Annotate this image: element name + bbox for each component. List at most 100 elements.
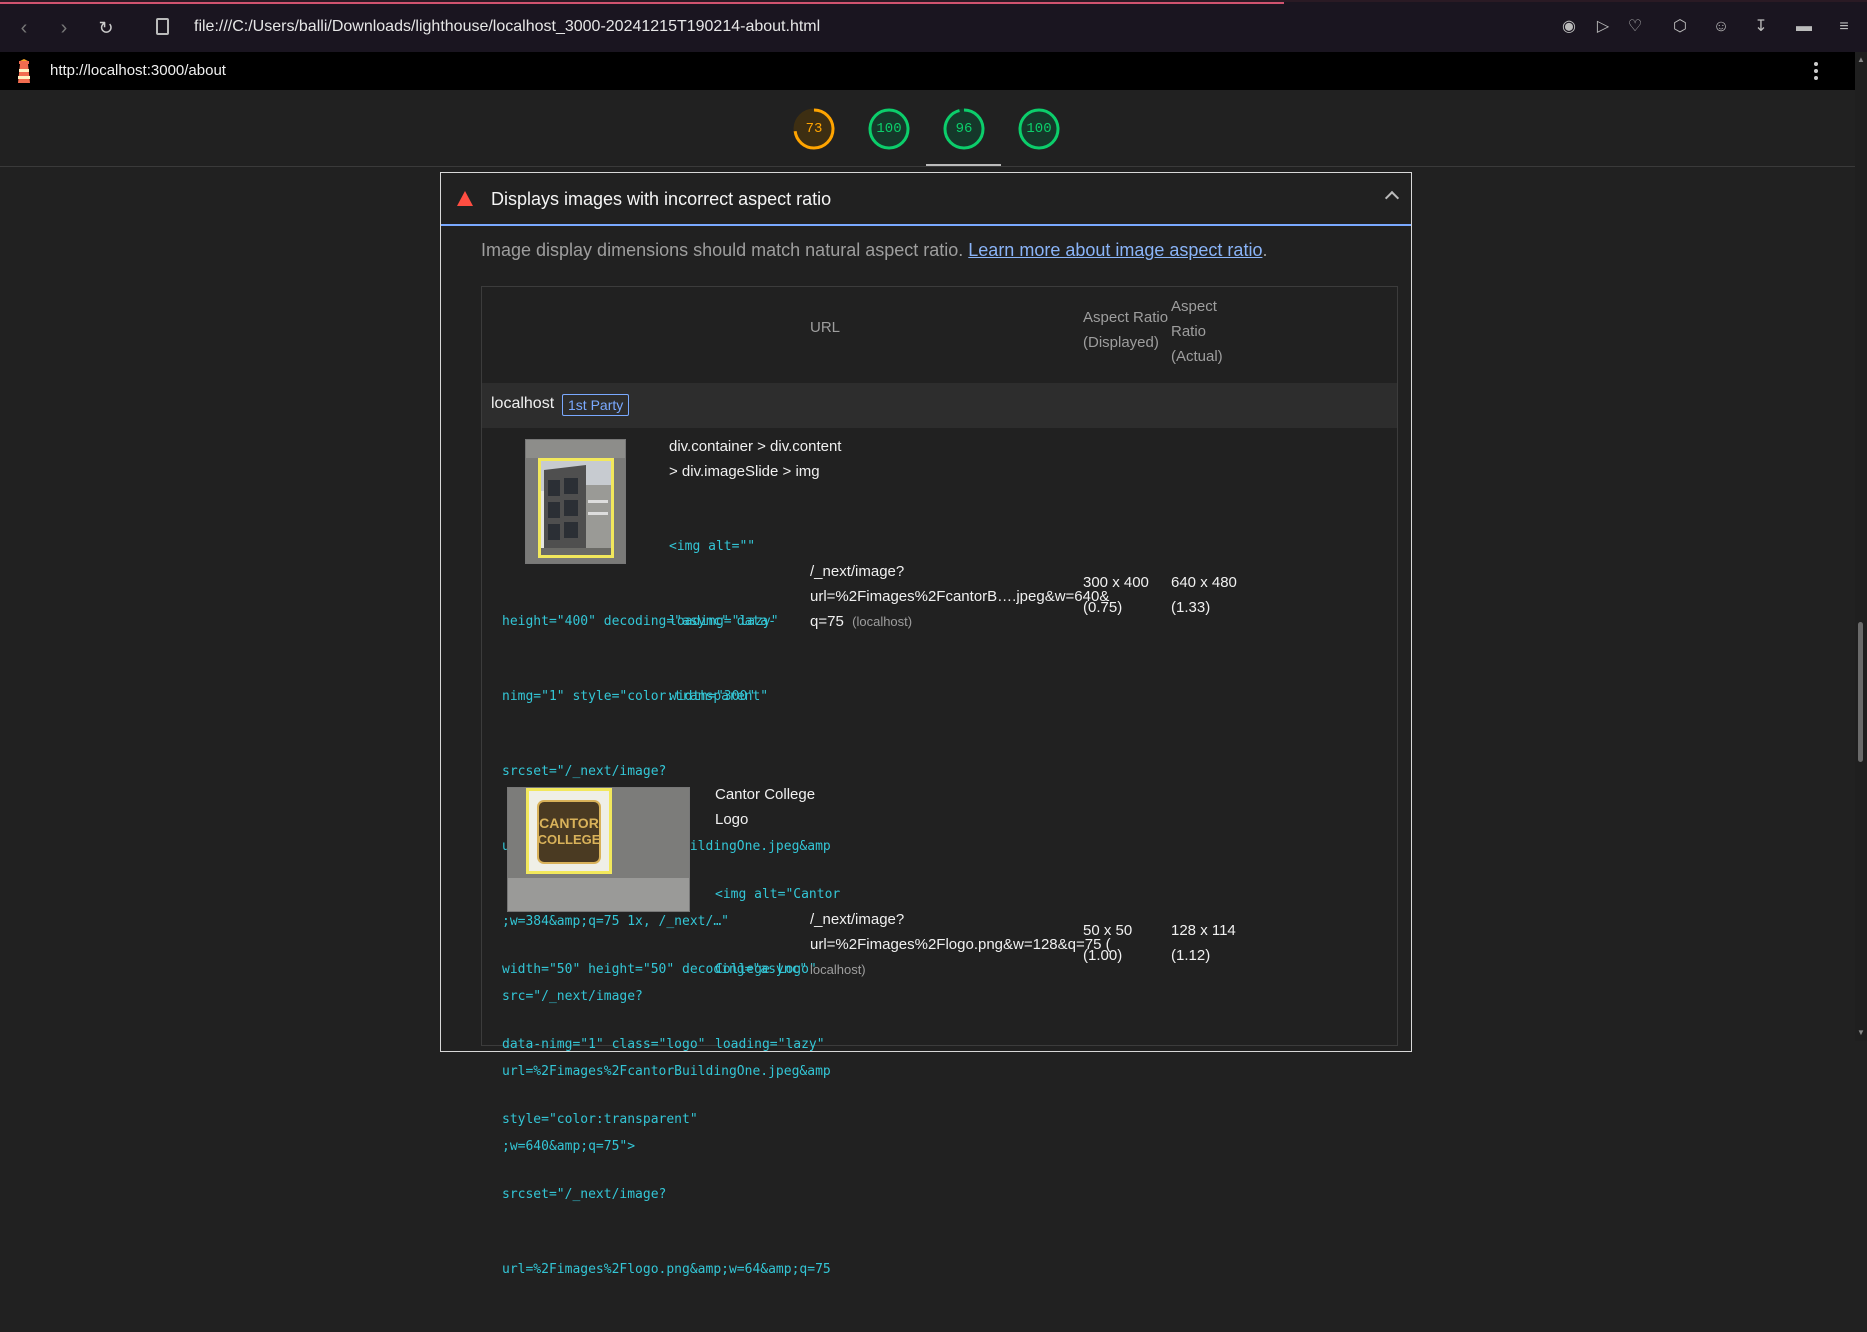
reload-icon[interactable]: ↻ xyxy=(94,16,118,40)
cube-icon[interactable]: ⬡ xyxy=(1669,16,1691,38)
aspect-actual-ratio: (1.12) xyxy=(1171,947,1211,964)
url-line: /_next/image? xyxy=(810,911,905,928)
forward-icon[interactable]: › xyxy=(52,16,76,40)
score-gauge[interactable]: 100 xyxy=(1018,108,1060,150)
page-scrollbar[interactable]: ▲ ▼ xyxy=(1855,52,1867,1041)
audit-description-end: . xyxy=(1262,240,1268,260)
url-line: url=%2Fimages%2FcantorB….jpeg&w=640& xyxy=(810,588,1110,605)
scroll-down-icon[interactable]: ▼ xyxy=(1857,1029,1865,1037)
aspect-displayed-size: 50 x 50 xyxy=(1083,922,1133,939)
image-thumbnail xyxy=(525,439,626,564)
url-origin: (localhost) xyxy=(852,614,913,629)
url-line: /_next/image? xyxy=(810,563,905,580)
page-load-progress xyxy=(0,2,1284,4)
active-category-indicator xyxy=(926,164,1001,166)
video-icon[interactable]: ▬ xyxy=(1793,16,1815,38)
aspect-actual-size: 640 x 480 xyxy=(1171,574,1237,591)
column-header-actual-line: Aspect xyxy=(1171,298,1217,315)
node-selector-line: > div.imageSlide > img xyxy=(669,463,820,480)
aspect-actual-ratio: (1.33) xyxy=(1171,599,1211,616)
learn-more-link[interactable]: Learn more about image aspect ratio xyxy=(968,240,1262,260)
code-line: <img alt="" xyxy=(669,539,756,554)
url-line: q=75 (localhost) xyxy=(810,609,1109,634)
image-url[interactable]: /_next/image? url=%2Fimages%2FcantorB….j… xyxy=(810,559,1109,634)
code-line: <img alt="Cantor xyxy=(715,887,841,902)
aspect-displayed-size: 300 x 400 xyxy=(1083,574,1149,591)
score-value: 73 xyxy=(805,121,823,137)
settings-sliders-icon[interactable]: ≡ xyxy=(1833,16,1855,38)
audit-description-text: Image display dimensions should match na… xyxy=(481,240,964,260)
scrollbar-thumb[interactable] xyxy=(1858,622,1863,762)
aspect-displayed-ratio: (0.75) xyxy=(1083,599,1123,616)
code-line: nimg="1" style="color:transparent" xyxy=(502,689,769,704)
aspect-actual-size: 128 x 114 xyxy=(1171,922,1236,939)
url-origin: localhost) xyxy=(810,962,866,977)
entity-name: localhost xyxy=(491,395,555,412)
heart-icon[interactable]: ♡ xyxy=(1624,16,1646,38)
column-header-displayed-line: (Displayed) xyxy=(1083,334,1159,351)
url-line: url=%2Fimages%2Flogo.png&w=128&q=75 ( xyxy=(810,936,1111,953)
table-row: div.container > div.content > div.imageS… xyxy=(482,428,1397,1154)
aspect-displayed: 50 x 50 (1.00) xyxy=(1083,918,1132,968)
logo-text-line: CANTOR xyxy=(539,815,599,831)
camera-icon[interactable]: ◉ xyxy=(1558,16,1580,38)
code-line: height="400" decoding="async" data- xyxy=(502,614,776,629)
profile-icon[interactable]: ☺ xyxy=(1710,16,1732,38)
column-header-displayed: Aspect Ratio (Displayed) xyxy=(1083,305,1168,355)
download-icon[interactable]: ↧ xyxy=(1750,16,1772,38)
aspect-displayed-ratio: (1.00) xyxy=(1083,947,1123,964)
aspect-actual: 640 x 480 (1.33) xyxy=(1171,570,1237,620)
node-selector-label: Cantor College Logo xyxy=(715,782,815,832)
node-selector-line: div.container > div.content xyxy=(669,438,842,455)
fail-triangle-icon xyxy=(457,191,473,206)
details-table: URL Aspect Ratio (Displayed) Aspect Rati… xyxy=(481,286,1398,1277)
lighthouse-logo-icon xyxy=(18,59,30,83)
send-icon[interactable]: ▷ xyxy=(1592,16,1614,38)
scroll-up-icon[interactable]: ▲ xyxy=(1857,56,1865,64)
code-line: width="50" height="50" decoding="async" xyxy=(502,962,808,977)
audit-title: Displays images with incorrect aspect ra… xyxy=(491,189,832,209)
column-header-actual-line: Ratio xyxy=(1171,323,1207,340)
image-url[interactable]: /_next/image? url=%2Fimages%2Flogo.png&w… xyxy=(810,907,1111,982)
back-icon[interactable]: ‹ xyxy=(12,16,36,40)
node-selector-line: Logo xyxy=(715,811,749,828)
logo-text-line: COLLEGE xyxy=(538,832,601,847)
browser-toolbar: ‹ › ↻ file:///C:/Users/balli/Downloads/l… xyxy=(0,0,1867,52)
url-line-end: q=75 xyxy=(810,613,844,630)
audit-header[interactable]: Displays images with incorrect aspect ra… xyxy=(441,173,1411,226)
lighthouse-topbar: http://localhost:3000/about xyxy=(0,52,1867,90)
score-value: 100 xyxy=(1026,121,1052,137)
aspect-actual: 128 x 114 (1.12) xyxy=(1171,918,1236,968)
code-line: style="color:transparent" xyxy=(502,1112,698,1127)
page-icon xyxy=(156,18,169,35)
score-value: 100 xyxy=(876,121,902,137)
chevron-up-icon[interactable] xyxy=(1384,190,1400,206)
score-gauge[interactable]: 100 xyxy=(868,108,910,150)
address-bar[interactable]: file:///C:/Users/balli/Downloads/lightho… xyxy=(194,18,820,36)
logo-thumbnail: CANTOR COLLEGE xyxy=(508,788,689,911)
column-header-displayed-line: Aspect Ratio xyxy=(1083,309,1169,326)
code-line: data-nimg="1" class="logo" xyxy=(502,1037,706,1052)
score-value: 96 xyxy=(955,121,973,137)
score-gauge[interactable]: 73 xyxy=(793,108,835,150)
column-header-actual: Aspect Ratio (Actual) xyxy=(1171,294,1223,369)
column-header-url: URL xyxy=(810,319,841,336)
code-line: url=%2Fimages%2Flogo.png&amp;w=64&amp;q=… xyxy=(502,1262,831,1277)
image-thumbnail: CANTOR COLLEGE xyxy=(507,787,690,912)
first-party-badge: 1st Party xyxy=(562,394,630,416)
node-snippet: width="50" height="50" decoding="async" … xyxy=(502,907,831,1332)
report-url[interactable]: http://localhost:3000/about xyxy=(50,62,226,79)
more-menu-icon[interactable] xyxy=(1812,60,1820,82)
aspect-displayed: 300 x 400 (0.75) xyxy=(1083,570,1149,620)
column-header-actual-line: (Actual) xyxy=(1171,348,1223,365)
node-selector-label: div.container > div.content > div.imageS… xyxy=(669,434,841,484)
node-selector-line: Cantor College xyxy=(715,786,816,803)
score-header: 73 100 96 100 xyxy=(0,90,1855,167)
code-line: srcset="/_next/image? xyxy=(502,1187,667,1202)
audit-aspect-ratio: Displays images with incorrect aspect ra… xyxy=(440,172,1412,1277)
table-row: CANTOR COLLEGE Cantor College Logo <img … xyxy=(482,773,1397,1277)
building-photo xyxy=(526,440,625,563)
score-gauge[interactable]: 96 xyxy=(943,108,985,150)
entity-group-row: localhost 1st Party xyxy=(482,383,1397,428)
audit-description: Image display dimensions should match na… xyxy=(481,240,1267,261)
